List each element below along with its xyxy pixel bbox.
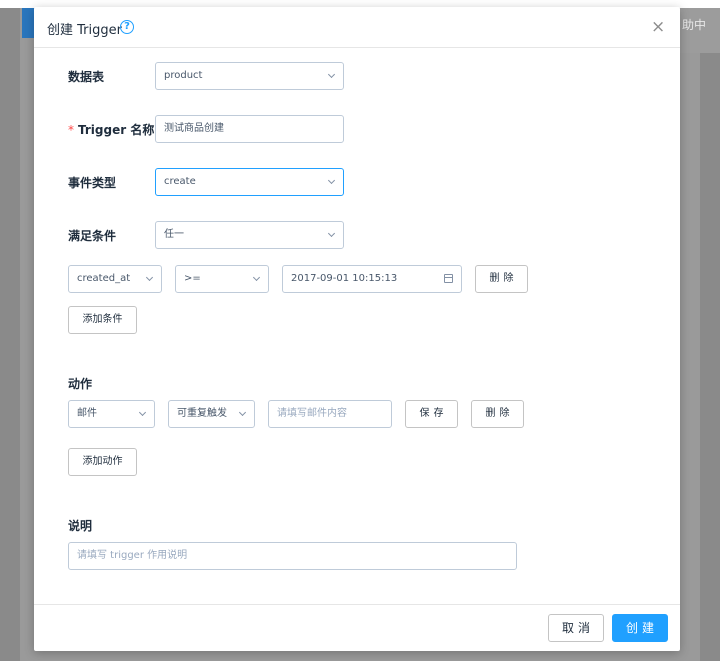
background-header-text: 助中 [682, 18, 707, 32]
action-type-value: 邮件 [77, 408, 97, 419]
event-type-select[interactable]: create [155, 168, 344, 196]
condition-operator-value: >= [184, 273, 201, 284]
event-type-value: create [164, 176, 196, 187]
condition-match-select[interactable]: 任一 [155, 221, 344, 249]
chevron-down-icon [327, 229, 336, 238]
dialog-title: 创建 Trigger [47, 23, 122, 38]
actions-label: 动作 [68, 377, 93, 391]
condition-field-value: created_at [77, 273, 131, 284]
event-type-label: 事件类型 [68, 176, 117, 190]
condition-match-label: 满足条件 [68, 229, 117, 243]
create-button[interactable]: 创建 [612, 614, 668, 642]
condition-field-select[interactable]: created_at [68, 265, 162, 293]
save-action-button[interactable]: 保存 [405, 400, 458, 428]
add-action-button[interactable]: 添加动作 [68, 448, 137, 476]
table-label: 数据表 [68, 70, 105, 84]
required-mark: * [68, 123, 74, 137]
footer-divider [34, 604, 680, 605]
trigger-name-label: * Trigger 名称 [68, 121, 154, 138]
chevron-down-icon [238, 408, 247, 417]
description-input[interactable]: 请填写 trigger 作用说明 [68, 542, 517, 570]
action-type-select[interactable]: 邮件 [68, 400, 155, 428]
trigger-name-input[interactable]: 测试商品创建 [155, 115, 344, 143]
delete-condition-button[interactable]: 删除 [475, 265, 528, 293]
chevron-down-icon [252, 273, 261, 282]
condition-match-value: 任一 [164, 229, 184, 240]
action-repeat-select[interactable]: 可重复触发 [168, 400, 255, 428]
calendar-icon [444, 274, 453, 283]
action-content-input[interactable]: 请填写邮件内容 [268, 400, 392, 428]
condition-datetime-value: 2017-09-01 10:15:13 [291, 273, 398, 284]
chevron-down-icon [138, 408, 147, 417]
condition-datetime-picker[interactable]: 2017-09-01 10:15:13 [282, 265, 462, 293]
table-select[interactable]: product [155, 62, 344, 90]
chevron-down-icon [327, 176, 336, 185]
help-icon[interactable]: ? [120, 20, 134, 34]
table-select-value: product [164, 70, 203, 81]
chevron-down-icon [145, 273, 154, 282]
cancel-button[interactable]: 取消 [548, 614, 604, 642]
close-icon[interactable]: × [651, 17, 665, 37]
trigger-name-label-text: Trigger 名称 [78, 123, 155, 137]
dialog-header: 创建 Trigger ? × [34, 7, 680, 48]
delete-action-button[interactable]: 删除 [471, 400, 524, 428]
chevron-down-icon [327, 70, 336, 79]
create-trigger-dialog: 创建 Trigger ? × 数据表 product * Trigger 名称 测… [34, 7, 680, 651]
action-repeat-value: 可重复触发 [177, 408, 227, 419]
trigger-name-value: 测试商品创建 [164, 123, 224, 134]
condition-operator-select[interactable]: >= [175, 265, 269, 293]
description-label: 说明 [68, 519, 93, 533]
add-condition-button[interactable]: 添加条件 [68, 306, 137, 334]
